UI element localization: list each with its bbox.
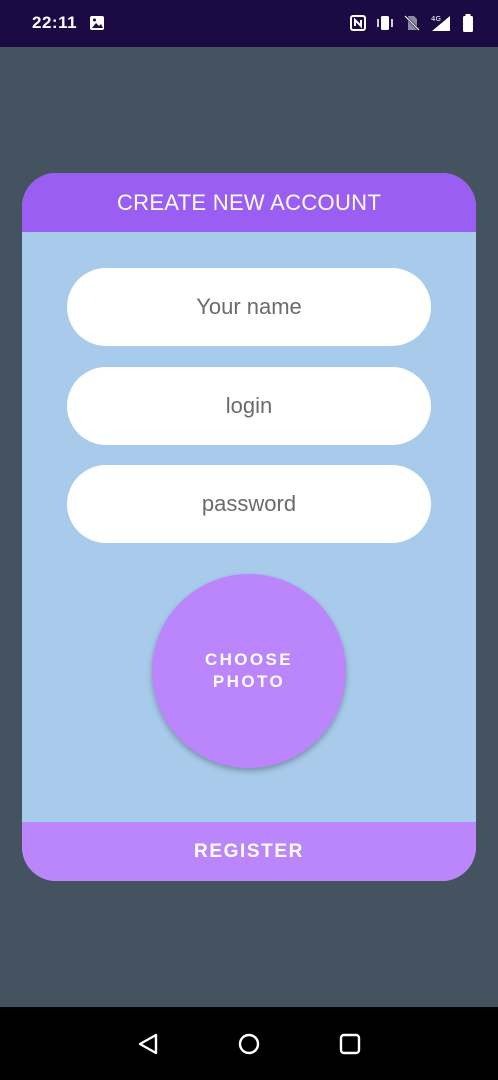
home-icon[interactable]	[234, 1029, 264, 1059]
navigation-bar	[0, 1007, 498, 1080]
choose-photo-label: CHOOSE PHOTO	[204, 650, 294, 691]
network-label: 4G	[431, 15, 441, 23]
no-sim-icon	[404, 15, 420, 31]
battery-icon	[463, 14, 473, 32]
signal-4g-icon: 4G	[431, 15, 450, 31]
vibrate-icon	[377, 16, 393, 30]
image-icon	[90, 16, 104, 30]
choose-photo-button[interactable]: CHOOSE PHOTO	[152, 574, 346, 768]
back-icon[interactable]	[134, 1029, 164, 1059]
create-account-card: CREATE NEW ACCOUNT CHOOSE PHOTO REGISTER	[22, 173, 476, 881]
recents-icon[interactable]	[335, 1029, 365, 1059]
status-icons: 4G	[350, 13, 474, 33]
card-title: CREATE NEW ACCOUNT	[22, 173, 476, 232]
password-field[interactable]	[67, 465, 431, 543]
name-field[interactable]	[67, 268, 431, 346]
register-button[interactable]: REGISTER	[22, 822, 476, 881]
status-bar: 22:11 4G	[0, 0, 498, 47]
status-time: 22:11	[32, 13, 78, 32]
nfc-icon	[350, 15, 366, 31]
login-field[interactable]	[67, 367, 431, 445]
